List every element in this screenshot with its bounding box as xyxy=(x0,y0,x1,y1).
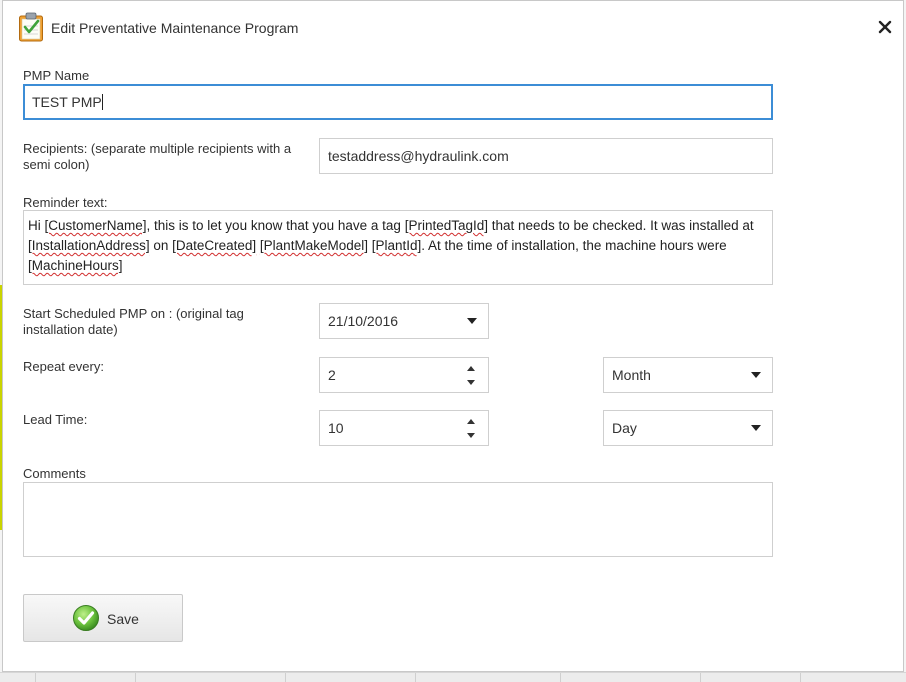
chevron-down-icon[interactable] xyxy=(467,318,477,324)
clipboard-check-icon xyxy=(19,12,43,42)
start-date-picker[interactable]: 21/10/2016 xyxy=(319,303,489,339)
lead-time-value: 10 xyxy=(328,420,344,436)
reminder-text: that needs to be checked. It was install… xyxy=(488,218,754,233)
reminder-text: , this is to let you know that you have … xyxy=(146,218,405,233)
lead-time-unit-value: Day xyxy=(612,420,637,436)
recipients-input[interactable]: testaddress@hydraulink.com xyxy=(319,138,773,174)
lead-time-stepper[interactable]: 10 xyxy=(319,410,489,446)
start-date-label: Start Scheduled PMP on : (original tag i… xyxy=(23,306,244,337)
dialog-titlebar: Edit Preventative Maintenance Program xyxy=(3,1,903,57)
save-button-label: Save xyxy=(107,611,139,627)
checkmark-icon xyxy=(73,605,99,631)
chevron-down-icon[interactable] xyxy=(751,372,761,378)
reminder-text-area[interactable]: Hi [CustomerName], this is to let you kn… xyxy=(23,210,773,285)
placeholder-token: [DateCreated] xyxy=(172,238,257,253)
repeat-unit-value: Month xyxy=(612,367,651,383)
decrement-icon[interactable] xyxy=(467,380,475,385)
reminder-text-label: Reminder text: xyxy=(23,195,108,210)
repeat-interval-value: 2 xyxy=(328,367,336,383)
increment-icon[interactable] xyxy=(467,366,475,371)
text-cursor xyxy=(101,94,103,110)
repeat-every-label: Repeat every: xyxy=(23,359,104,374)
chevron-down-icon[interactable] xyxy=(751,425,761,431)
save-button[interactable]: Save xyxy=(23,594,183,642)
reminder-text: Hi xyxy=(28,218,45,233)
placeholder-token: [InstallationAddress] xyxy=(28,238,150,253)
increment-icon[interactable] xyxy=(467,419,475,424)
placeholder-token: [PrintedTagId] xyxy=(404,218,488,233)
recipients-label: Recipients: (separate multiple recipient… xyxy=(23,141,292,172)
lead-time-label: Lead Time: xyxy=(23,412,88,427)
reminder-text: on xyxy=(149,238,173,253)
reminder-text: . At the time of installation, the machi… xyxy=(421,238,727,253)
pmp-name-input[interactable]: TEST PMP xyxy=(23,84,773,120)
pmp-name-label: PMP Name xyxy=(23,68,90,83)
repeat-unit-select[interactable]: Month xyxy=(603,357,773,393)
placeholder-token: [PlantId] xyxy=(371,238,422,253)
edit-pmp-dialog: Edit Preventative Maintenance Program PM… xyxy=(2,0,904,672)
dialog-title: Edit Preventative Maintenance Program xyxy=(51,20,299,36)
comments-textarea[interactable] xyxy=(23,482,773,557)
start-date-value: 21/10/2016 xyxy=(328,313,399,329)
recipients-value: testaddress@hydraulink.com xyxy=(328,148,509,164)
pmp-name-value: TEST PMP xyxy=(32,94,102,110)
close-icon[interactable] xyxy=(875,17,895,37)
comments-label: Comments xyxy=(23,466,86,481)
decrement-icon[interactable] xyxy=(467,433,475,438)
placeholder-token: [PlantMakeModel] xyxy=(259,238,368,253)
lead-time-unit-select[interactable]: Day xyxy=(603,410,773,446)
placeholder-token: [MachineHours] xyxy=(28,258,123,273)
placeholder-token: [CustomerName] xyxy=(44,218,147,233)
repeat-interval-stepper[interactable]: 2 xyxy=(319,357,489,393)
